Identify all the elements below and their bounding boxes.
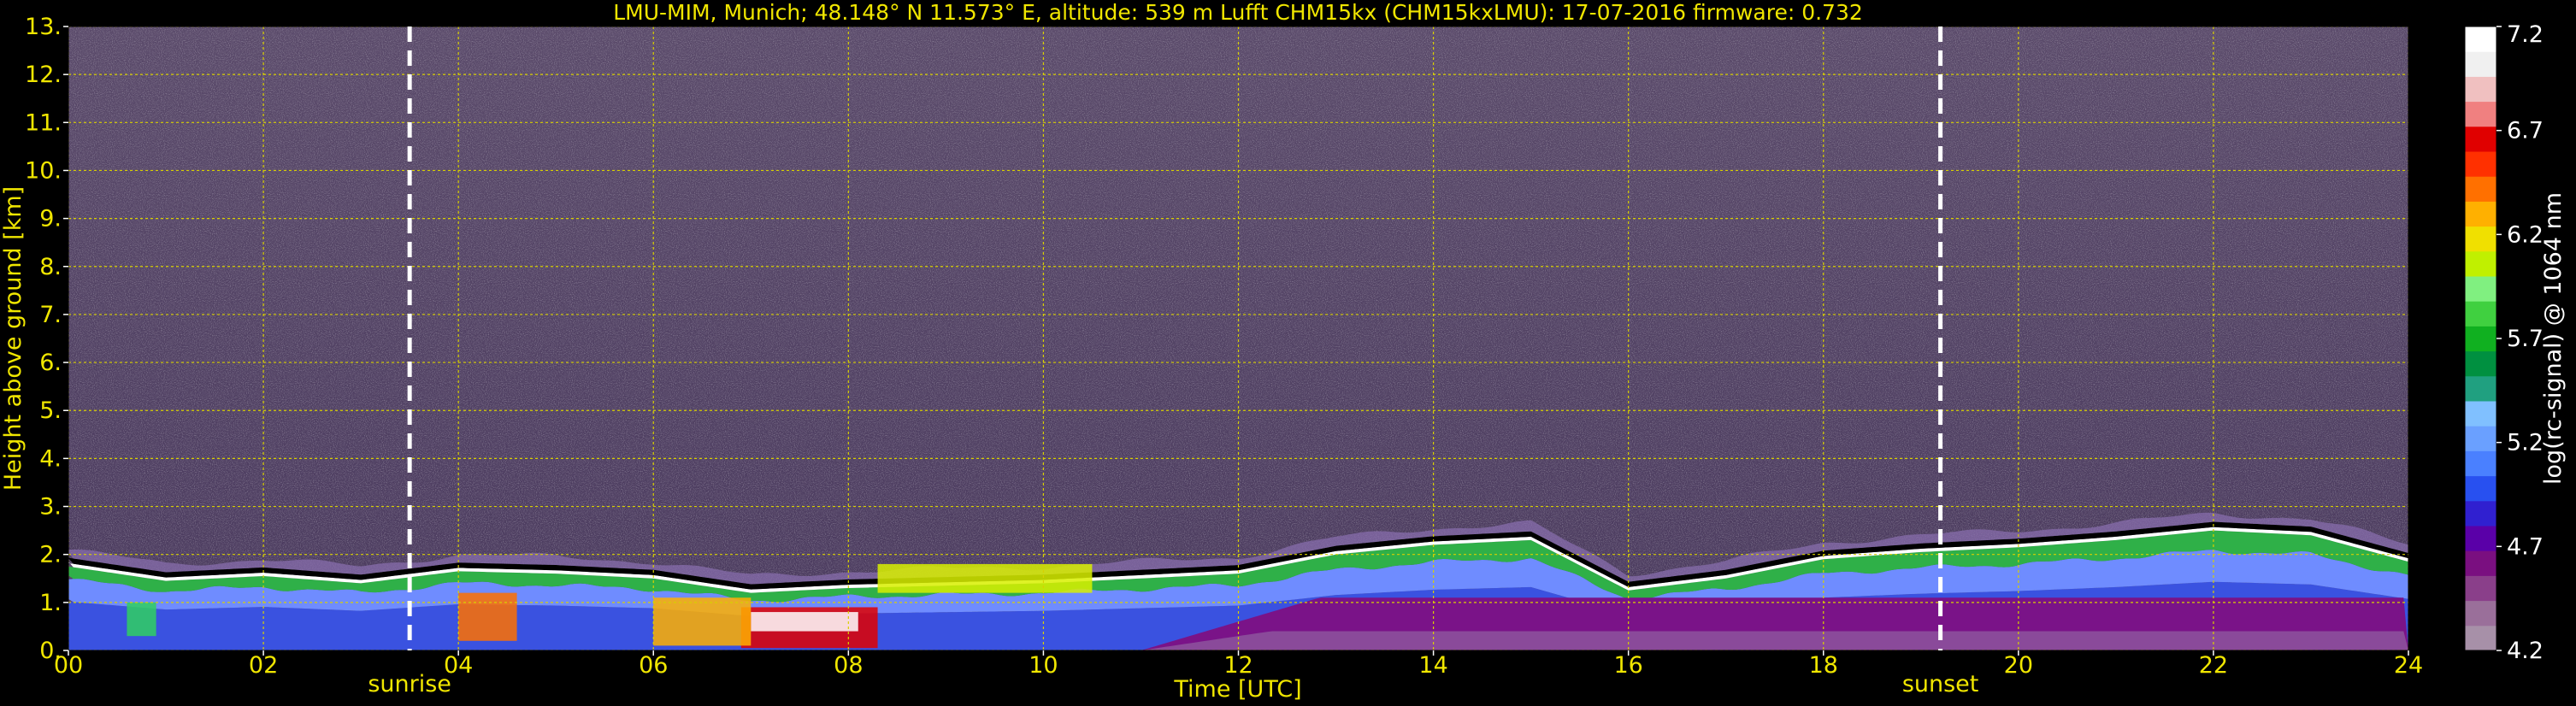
y-axis-label: Height above ground [km] <box>0 186 27 491</box>
x-tick-label: 12 <box>1223 652 1253 679</box>
y-tick-label: 12. <box>25 62 62 88</box>
colorbar-segment <box>2465 151 2496 177</box>
colorbar-segment <box>2465 550 2496 576</box>
colorbar-segment <box>2465 51 2496 77</box>
colorbar-segment <box>2465 250 2496 277</box>
y-tick-label: 2. <box>39 542 62 568</box>
colorbar-label: log(rc-signal) @ 1064 nm <box>2540 192 2567 485</box>
colorbar-segment <box>2465 76 2496 103</box>
y-tick-label: 0. <box>39 638 62 664</box>
y-tick-label: 6. <box>39 350 62 376</box>
patch-yellow <box>877 563 1093 593</box>
patch-green <box>127 602 156 637</box>
colorbar-tick-label: 4.2 <box>2507 638 2544 664</box>
colorbar-segment <box>2465 26 2496 52</box>
sunrise-label: sunrise <box>368 671 451 697</box>
colorbar-segment <box>2465 426 2496 451</box>
y-tick-label: 9. <box>39 206 62 232</box>
y-tick-label: 8. <box>39 254 62 280</box>
colorbar-segment <box>2465 625 2496 651</box>
x-tick-label: 08 <box>834 652 863 679</box>
colorbar-tick-label: 6.2 <box>2507 221 2544 248</box>
colorbar-tick-label: 4.7 <box>2507 533 2544 560</box>
colorbar-segment <box>2465 526 2496 551</box>
patch-orange <box>653 597 752 646</box>
plot-area <box>68 26 2408 650</box>
sunset-label: sunset <box>1902 671 1979 697</box>
y-tick-label: 7. <box>39 302 62 328</box>
colorbar-segment <box>2465 176 2496 202</box>
colorbar-segment <box>2465 276 2496 302</box>
y-tick-label: 4. <box>39 445 62 472</box>
y-axis-ticks: 0. 1. 2. 3. 4. 5. 6. 7. 8. 9. 10. 11. 12. 13. <box>25 14 68 664</box>
colorbar-segment <box>2465 575 2496 602</box>
colorbar-segment <box>2465 375 2496 402</box>
y-tick-label: 1. <box>39 590 62 616</box>
colorbar-segment <box>2465 401 2496 427</box>
x-tick-label: 22 <box>2199 652 2228 679</box>
x-tick-label: 04 <box>444 652 473 679</box>
x-tick-label: 18 <box>1809 652 1838 679</box>
y-tick-label: 11. <box>25 109 62 136</box>
colorbar-tick-label: 6.7 <box>2507 118 2544 144</box>
x-tick-label: 02 <box>249 652 278 679</box>
colorbar: 4.2 4.7 5.2 5.7 6.2 6.7 7.2 <box>2464 21 2544 664</box>
patch-orange-2 <box>458 592 517 641</box>
colorbar-segment <box>2465 475 2496 502</box>
colorbar-segment <box>2465 350 2496 377</box>
colorbar-segment <box>2465 126 2496 152</box>
x-tick-label: 10 <box>1029 652 1058 679</box>
x-tick-label: 06 <box>639 652 668 679</box>
x-tick-label: 14 <box>1418 652 1447 679</box>
colorbar-segment <box>2465 450 2496 477</box>
colorbar-tick-label: 7.2 <box>2507 21 2544 48</box>
colorbar-segment <box>2465 201 2496 227</box>
patch-white <box>751 612 858 632</box>
colorbar-segment <box>2465 600 2496 627</box>
colorbar-segment <box>2465 500 2496 527</box>
x-tick-label: 16 <box>1613 652 1642 679</box>
y-tick-label: 5. <box>39 397 62 424</box>
colorbar-segment <box>2465 301 2496 327</box>
colorbar-segment <box>2465 101 2496 127</box>
x-tick-label: 20 <box>2004 652 2033 679</box>
y-tick-label: 10. <box>25 157 62 184</box>
colorbar-segment <box>2465 226 2496 252</box>
colorbar-tick-label: 5.7 <box>2507 326 2544 352</box>
lidar-chart: LMU-MIM, Munich; 48.148° N 11.573° E, al… <box>0 0 2567 703</box>
chart-title: LMU-MIM, Munich; 48.148° N 11.573° E, al… <box>613 0 1863 25</box>
colorbar-tick-label: 5.2 <box>2507 430 2544 456</box>
colorbar-segment <box>2465 326 2496 352</box>
x-axis-label: Time [UTC] <box>1173 676 1301 703</box>
x-tick-label: 24 <box>2394 652 2423 679</box>
y-tick-label: 13. <box>25 14 62 40</box>
y-tick-label: 3. <box>39 494 62 521</box>
